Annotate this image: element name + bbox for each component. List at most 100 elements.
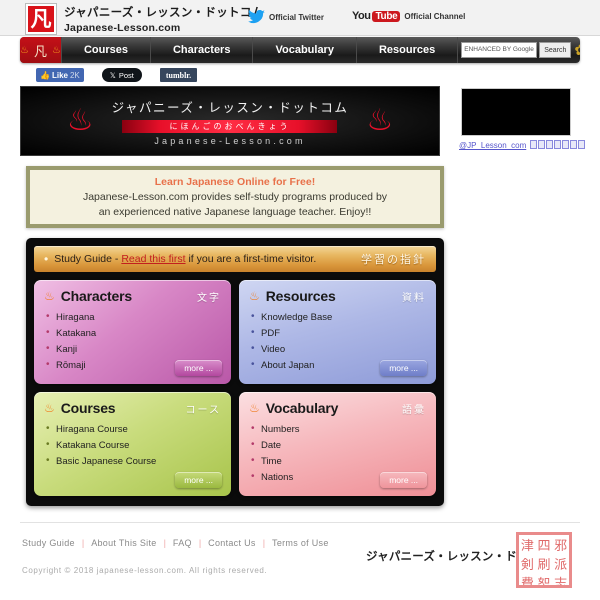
twitter-handle-link[interactable]: @JP_Lesson_com	[459, 140, 599, 150]
seal-char: 四	[537, 539, 551, 554]
brand[interactable]: ジャパニーズ・レッスン・ドットコム Japanese-Lesson.com	[64, 4, 263, 34]
cloud-icon: ♨	[66, 104, 94, 137]
nav-item-courses[interactable]: Courses	[60, 37, 150, 63]
cloud-icon: ♨	[51, 44, 61, 56]
announcement-line-2: an experienced native Japanese language …	[98, 206, 372, 218]
study-guide-text: Study Guide - Read this first if you are…	[54, 253, 316, 265]
footer-link-study-guide[interactable]: Study Guide	[22, 538, 75, 548]
study-guide-suffix: if you are a first-time visitor.	[188, 253, 317, 265]
card-header: ♨ Resources 資料	[249, 288, 426, 304]
x-post-button[interactable]: 𝕏 Post	[101, 68, 142, 82]
footer-separator: |	[163, 538, 166, 548]
footer-link-faq[interactable]: FAQ	[173, 538, 192, 548]
cloud-icon: ♨	[249, 401, 260, 415]
list-item[interactable]: Time	[249, 453, 426, 469]
more-button[interactable]: more ...	[175, 360, 222, 376]
main-navigation: ♨ 凡 ♨ Courses Characters Vocabulary Reso…	[20, 37, 580, 63]
announcement-line-1: Japanese-Lesson.com provides self-study …	[82, 191, 388, 203]
list-item[interactable]: Kanji	[44, 341, 221, 357]
more-button[interactable]: more ...	[175, 472, 222, 488]
seal-char: 派	[554, 558, 568, 573]
card-title-jp: 文字	[197, 292, 221, 304]
cloud-icon: ♨	[366, 104, 394, 137]
more-button[interactable]: more ...	[380, 472, 427, 488]
social-share-row: 👍 Like 2K 𝕏 Post tumblr.	[20, 66, 440, 84]
hero-title-jp: ジャパニーズ・レッスン・ドットコム	[111, 99, 349, 115]
card-vocabulary[interactable]: ♨ Vocabulary 語彙 Numbers Date Time Nation…	[239, 392, 436, 496]
ornament-icon: ✿	[574, 37, 580, 63]
hero-text-group: ジャパニーズ・レッスン・ドットコム にほんごのおべんきょう Japanese-L…	[112, 97, 349, 146]
list-item[interactable]: Date	[249, 437, 426, 453]
more-button[interactable]: more ...	[380, 360, 427, 376]
cloud-icon: ♨	[44, 401, 55, 415]
nav-item-vocabulary[interactable]: Vocabulary	[252, 37, 356, 63]
seal-char: 邪	[554, 539, 568, 554]
footer-navigation: Study Guide | About This Site | FAQ | Co…	[22, 538, 329, 548]
card-title: Vocabulary	[265, 400, 339, 416]
read-this-first-link[interactable]: Read this first	[121, 253, 185, 265]
youtube-you-text: You	[352, 10, 371, 22]
twitter-bird-icon	[248, 9, 265, 24]
tumblr-share-button[interactable]: tumblr.	[159, 68, 198, 82]
card-courses[interactable]: ♨ Courses コース Hiragana Course Katakana C…	[34, 392, 231, 496]
list-item[interactable]: Katakana	[44, 325, 221, 341]
nav-item-characters[interactable]: Characters	[149, 37, 252, 63]
list-item[interactable]: Video	[249, 341, 426, 357]
seal-char: 恕	[537, 577, 551, 588]
hero-ribbon-jp: にほんごのおべんきょう	[122, 119, 338, 133]
seal-char: 剣	[520, 558, 534, 573]
cloud-icon: ♨	[44, 289, 55, 303]
footer-link-terms-of-use[interactable]: Terms of Use	[272, 538, 329, 548]
seal-char: 志	[554, 577, 568, 588]
nav-bar: ♨ 凡 ♨ Courses Characters Vocabulary Reso…	[20, 37, 580, 63]
study-guide-prefix: Study Guide -	[54, 253, 122, 265]
list-item[interactable]: Numbers	[249, 421, 426, 437]
footer-separator: |	[198, 538, 202, 548]
cloud-icon: ♨	[20, 44, 29, 56]
footer-link-about-this-site[interactable]: About This Site	[91, 538, 156, 548]
footer-separator: |	[262, 538, 266, 548]
x-logo-icon: 𝕏	[109, 70, 116, 80]
hero-banner: ♨ ジャパニーズ・レッスン・ドットコム にほんごのおべんきょう Japanese…	[20, 86, 440, 156]
site-logo[interactable]: 凡	[26, 4, 56, 34]
card-title-jp: 資料	[402, 292, 426, 304]
search-button[interactable]: Search	[539, 42, 572, 58]
youtube-tube-text: Tube	[372, 10, 401, 22]
list-item[interactable]: Knowledge Base	[249, 309, 426, 325]
official-youtube-link[interactable]: You Tube Official Channel	[352, 10, 465, 22]
card-title: Resources	[265, 288, 336, 304]
study-guide-bar: • Study Guide - Read this first if you a…	[34, 246, 436, 272]
cloud-icon: ♨	[249, 289, 260, 303]
list-item[interactable]: Hiragana Course	[44, 421, 221, 437]
footer-divider	[20, 522, 580, 523]
category-card-grid: ♨ Characters 文字 Hiragana Katakana Kanji …	[34, 280, 436, 496]
twitter-handle-text: @JP_Lesson_com	[459, 141, 527, 150]
card-resources[interactable]: ♨ Resources 資料 Knowledge Base PDF Video …	[239, 280, 436, 384]
footer-separator: |	[81, 538, 85, 548]
list-item[interactable]: Hiragana	[44, 309, 221, 325]
brand-title-en: Japanese-Lesson.com	[64, 22, 181, 34]
facebook-like-count: 2K	[69, 70, 80, 80]
nav-item-resources[interactable]: Resources	[355, 37, 457, 63]
card-header: ♨ Courses コース	[44, 400, 221, 416]
search-input[interactable]: ENHANCED BY Google	[461, 42, 538, 58]
card-title: Courses	[60, 400, 116, 416]
seal-char: 刷	[537, 558, 551, 573]
list-item[interactable]: PDF	[249, 325, 426, 341]
list-item[interactable]: Basic Japanese Course	[44, 453, 221, 469]
nav-home-glyph: 凡	[33, 44, 47, 60]
facebook-like-button[interactable]: 👍 Like 2K	[36, 68, 84, 82]
list-item[interactable]: Katakana Course	[44, 437, 221, 453]
card-link-list: Hiragana Course Katakana Course Basic Ja…	[44, 421, 221, 469]
card-characters[interactable]: ♨ Characters 文字 Hiragana Katakana Kanji …	[34, 280, 231, 384]
official-twitter-label: Official Twitter	[269, 12, 324, 22]
nav-item-home[interactable]: ♨ 凡 ♨	[20, 37, 61, 63]
site-search: ENHANCED BY Google Search	[458, 37, 574, 63]
advertisement-box[interactable]	[461, 88, 571, 136]
x-post-label: Post	[118, 70, 134, 80]
card-title: Characters	[60, 288, 132, 304]
hero-title-en: Japanese-Lesson.com	[154, 135, 306, 146]
footer-link-contact-us[interactable]: Contact Us	[208, 538, 256, 548]
official-twitter-link[interactable]: Official Twitter	[248, 9, 324, 24]
study-guide-jp: 学習の指針	[361, 253, 426, 266]
